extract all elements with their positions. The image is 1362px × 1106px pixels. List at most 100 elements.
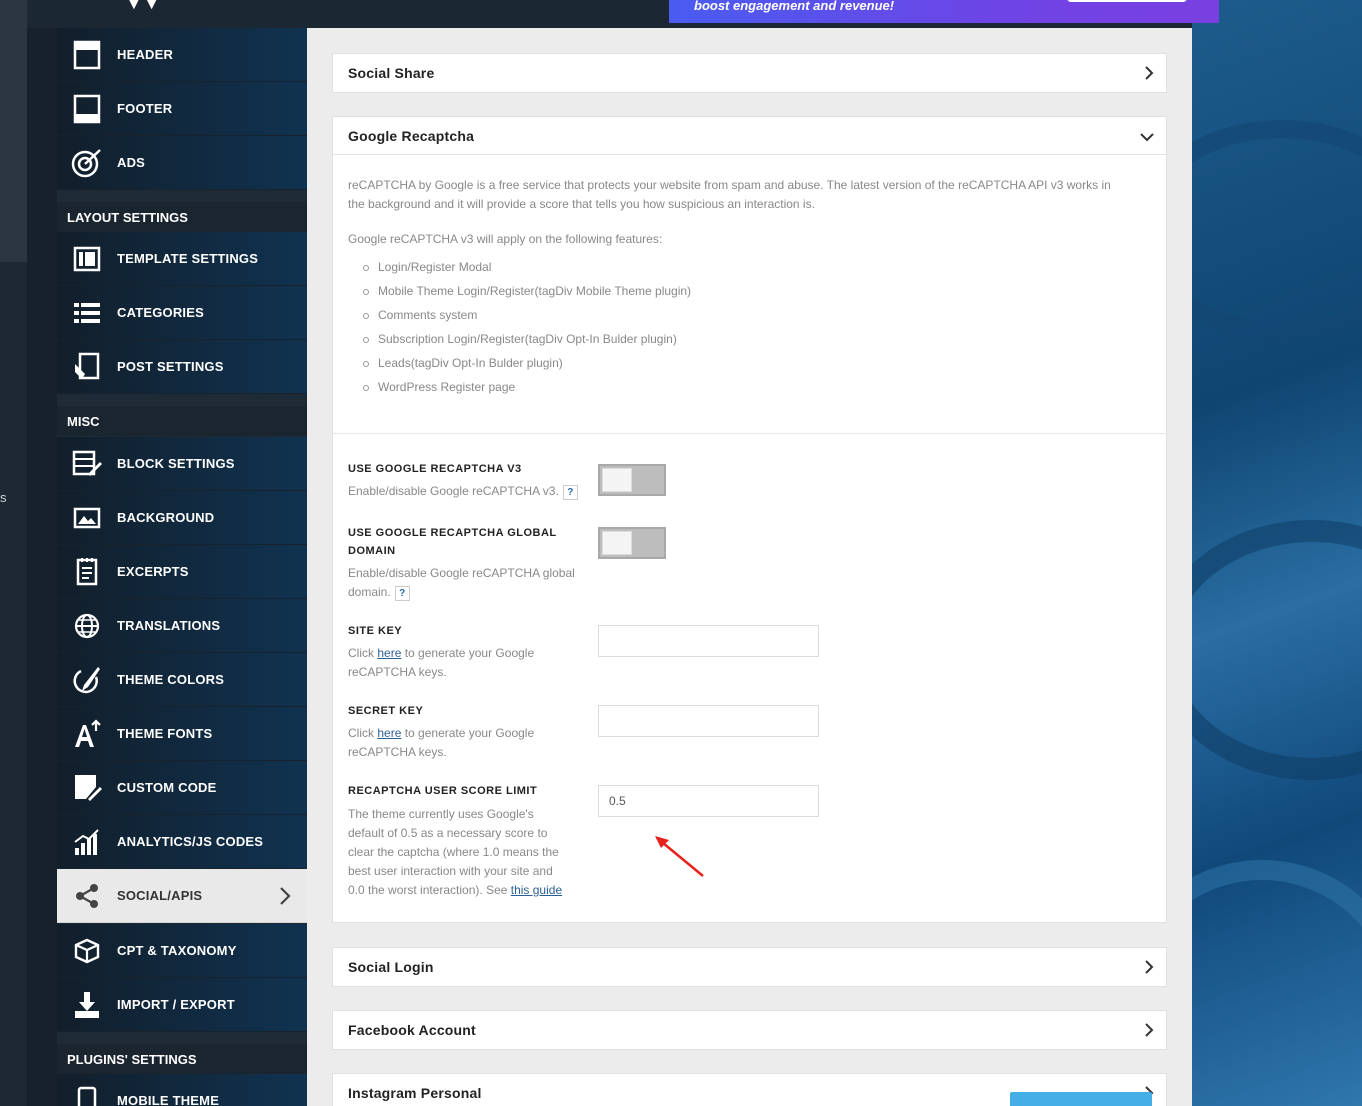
chevron-right-icon	[1144, 66, 1154, 85]
globe-icon	[57, 612, 117, 640]
score-limit-desc-line: default of 0.5 as a necessary score to	[348, 826, 548, 840]
sidebar-item-background[interactable]: BACKGROUND	[57, 491, 307, 545]
share-icon	[57, 883, 117, 909]
section-divider	[333, 433, 1166, 434]
chevron-down-icon	[1140, 129, 1154, 147]
option-title-global-domain-2: DOMAIN	[348, 545, 396, 557]
code-icon	[57, 773, 117, 803]
help-icon[interactable]: ?	[394, 586, 410, 601]
chevron-right-icon	[279, 886, 291, 911]
post-icon	[57, 352, 117, 382]
sidebar-item-cpt-taxonomy[interactable]: CPT & TAXONOMY	[57, 924, 307, 978]
site-key-here-link[interactable]: here	[377, 646, 401, 660]
sidebar-item-label: CATEGORIES	[117, 305, 204, 320]
font-icon	[57, 718, 117, 749]
option-title-site-key: SITE KEY	[348, 625, 403, 637]
features-heading: Google reCAPTCHA v3 will apply on the fo…	[348, 232, 663, 246]
chevron-right-icon	[1144, 960, 1154, 979]
sidebar-item-block-settings[interactable]: BLOCK SETTINGS	[57, 437, 307, 491]
sidebar-item-label: SOCIAL/APIS	[117, 888, 203, 903]
section-misc: MISC	[57, 406, 307, 436]
sidebar-item-label: MOBILE THEME	[117, 1093, 220, 1106]
image-icon	[57, 507, 117, 529]
promo-banner[interactable]: boost engagement and revenue!	[669, 0, 1219, 23]
sidebar-item-theme-colors[interactable]: THEME COLORS	[57, 653, 307, 707]
this-guide-link[interactable]: this guide	[511, 883, 562, 897]
sidebar-item-label: ANALYTICS/JS CODES	[117, 834, 264, 849]
panel-title: Social Login	[348, 959, 434, 975]
sidebar-item-label: TEMPLATE SETTINGS	[117, 251, 259, 266]
analytics-icon	[57, 828, 117, 856]
intro-line-1: reCAPTCHA by Google is a free service th…	[348, 178, 1111, 192]
score-limit-desc-line: The theme currently uses Google's	[348, 807, 534, 821]
score-limit-desc-line: clear the captcha (where 1.0 means the	[348, 845, 559, 859]
brush-icon	[57, 665, 117, 695]
panel-social-share[interactable]: Social Share	[332, 53, 1167, 93]
sidebar-item-social-apis[interactable]: SOCIAL/APIS	[57, 869, 307, 923]
left-backdrop-top	[0, 0, 27, 262]
sidebar: HEADER FOOTER ADS LAYOUT SETTINGS TEMPLA…	[27, 28, 307, 1106]
right-backdrop	[1192, 0, 1362, 1106]
panel-facebook-account[interactable]: Facebook Account	[332, 1010, 1167, 1050]
option-desc-site-key-1: Click here to generate your Google	[348, 646, 535, 660]
cube-icon	[57, 938, 117, 964]
sidebar-item-excerpts[interactable]: EXCERPTS	[57, 545, 307, 599]
panel-title: Instagram Personal	[348, 1085, 482, 1101]
option-desc-site-key-2: reCAPTCHA keys.	[348, 665, 447, 679]
sidebar-item-label: TRANSLATIONS	[117, 618, 221, 633]
panel-social-login[interactable]: Social Login	[332, 947, 1167, 987]
panel-header[interactable]: Google Recaptcha	[333, 117, 1166, 155]
list-icon	[57, 301, 117, 325]
sidebar-item-categories[interactable]: CATEGORIES	[57, 286, 307, 340]
site-key-input[interactable]	[598, 625, 819, 657]
promo-button[interactable]	[1067, 0, 1187, 2]
sidebar-item-label: CUSTOM CODE	[117, 780, 217, 795]
help-icon[interactable]: ?	[562, 485, 578, 500]
sidebar-item-template-settings[interactable]: TEMPLATE SETTINGS	[57, 232, 307, 286]
sidebar-item-translations[interactable]: TRANSLATIONS	[57, 599, 307, 653]
sidebar-item-label: THEME FONTS	[117, 726, 213, 741]
sidebar-item-label: BLOCK SETTINGS	[117, 456, 235, 471]
panel-title: Social Share	[348, 65, 435, 81]
brand-logo-icon: ▼▼	[124, 0, 162, 14]
sidebar-item-header[interactable]: HEADER	[57, 28, 307, 82]
sidebar-item-label: FOOTER	[117, 101, 173, 116]
save-settings-button[interactable]	[1010, 1092, 1152, 1106]
option-title-score-limit: RECAPTCHA USER SCORE LIMIT	[348, 785, 538, 797]
option-desc-secret-key-2: reCAPTCHA keys.	[348, 745, 447, 759]
sidebar-item-footer[interactable]: FOOTER	[57, 82, 307, 136]
use-v3-toggle[interactable]	[598, 464, 666, 496]
secret-key-here-link[interactable]: here	[377, 726, 401, 740]
option-title-use-v3: USE GOOGLE RECAPTCHA V3	[348, 463, 522, 475]
promo-text: boost engagement and revenue!	[694, 0, 895, 13]
sidebar-item-label: THEME COLORS	[117, 672, 225, 687]
global-domain-toggle[interactable]	[598, 527, 666, 559]
sidebar-item-theme-fonts[interactable]: THEME FONTS	[57, 707, 307, 761]
panel-title: Facebook Account	[348, 1022, 476, 1038]
panel-header[interactable]: Social Share	[333, 54, 1166, 92]
secret-key-input[interactable]	[598, 705, 819, 737]
excerpt-icon	[57, 557, 117, 587]
sidebar-item-label: CPT & TAXONOMY	[117, 943, 237, 958]
panel-google-recaptcha: Google Recaptcha reCAPTCHA by Google is …	[332, 116, 1167, 923]
sidebar-item-label: BACKGROUND	[117, 510, 215, 525]
list-item: Mobile Theme Login/Register(tagDiv Mobil…	[362, 284, 692, 298]
sidebar-item-post-settings[interactable]: POST SETTINGS	[57, 340, 307, 394]
option-title-secret-key: SECRET KEY	[348, 705, 424, 717]
option-desc-use-v3: Enable/disable Google reCAPTCHA v3.?	[348, 482, 583, 501]
sidebar-item-mobile-theme[interactable]: MOBILE THEME	[57, 1074, 307, 1106]
sidebar-item-ads[interactable]: ADS	[57, 136, 307, 190]
option-title-global-domain-1: USE GOOGLE RECAPTCHA GLOBAL	[348, 527, 557, 539]
sidebar-item-import-export[interactable]: IMPORT / EXPORT	[57, 978, 307, 1032]
sidebar-item-analytics[interactable]: ANALYTICS/JS CODES	[57, 815, 307, 869]
score-limit-input[interactable]	[598, 785, 819, 817]
main-content: Social Share Google Recaptcha reCAPTCHA …	[307, 28, 1192, 1106]
option-desc-global-domain-2: domain.?	[348, 583, 583, 602]
red-arrow-annotation	[655, 836, 704, 877]
panel-header[interactable]: Social Login	[333, 948, 1166, 986]
score-limit-desc-line: 0.0 the worst interaction). See this gui…	[348, 883, 563, 897]
panel-header[interactable]: Facebook Account	[333, 1011, 1166, 1049]
intro-line-2: the background and it will provide a sco…	[348, 197, 815, 211]
sidebar-item-custom-code[interactable]: CUSTOM CODE	[57, 761, 307, 815]
sidebar-item-label: EXCERPTS	[117, 564, 189, 579]
